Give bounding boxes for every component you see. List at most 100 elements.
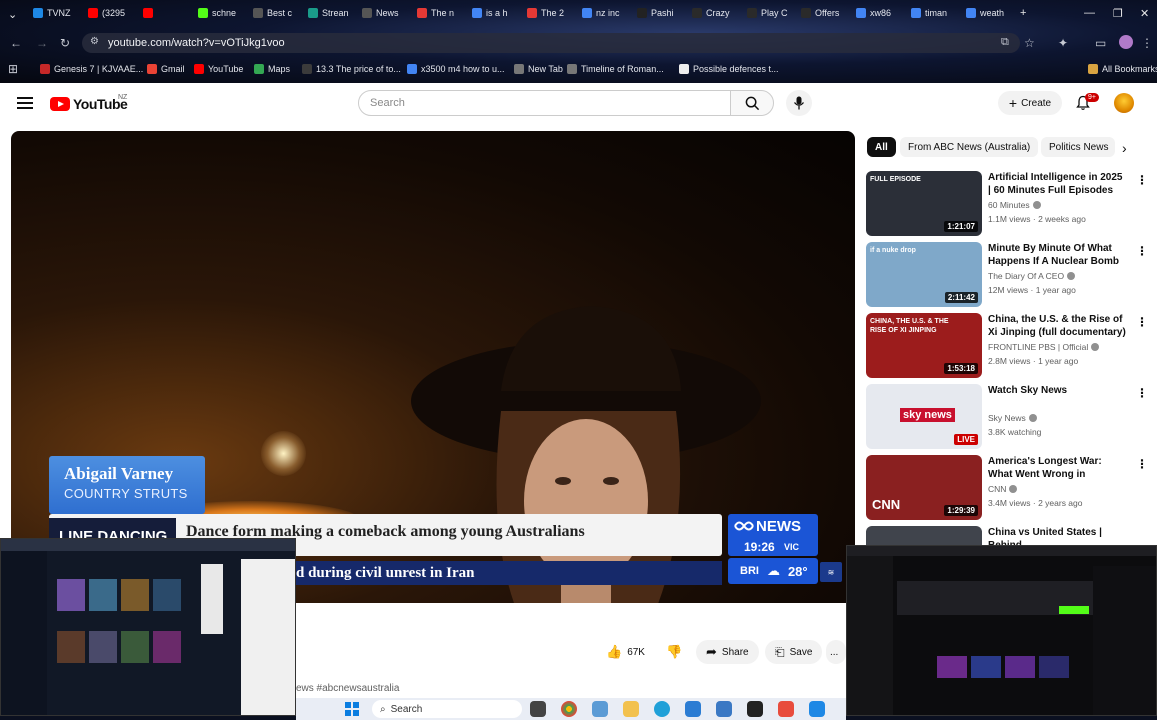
bookmark-item[interactable]: New Tab xyxy=(514,64,563,74)
browser-tab[interactable]: Strean xyxy=(308,3,358,23)
browser-tab[interactable]: Best c xyxy=(253,3,303,23)
recommended-video[interactable]: CHINA, THE U.S. & THE RISE OF XI JINPING… xyxy=(866,313,1151,379)
more-options-icon[interactable]: ⋮ xyxy=(1136,457,1148,471)
chrome-icon[interactable] xyxy=(561,701,577,717)
recommended-video[interactable]: FULL EPISODE 1:21:07 Artificial Intelligen… xyxy=(866,171,1151,237)
dislike-button[interactable]: 👎 xyxy=(656,640,692,664)
minimize-icon[interactable]: — xyxy=(1084,7,1095,19)
filter-chip[interactable]: From ABC News (Australia) xyxy=(900,137,1039,157)
more-options-icon[interactable]: ⋮ xyxy=(1136,173,1148,187)
maximize-icon[interactable]: ❐ xyxy=(1113,7,1123,20)
chevron-right-icon[interactable]: › xyxy=(1122,140,1127,156)
browser-tab[interactable]: News xyxy=(362,3,412,23)
edge-icon[interactable] xyxy=(654,701,670,717)
browser-tab[interactable]: The 2 xyxy=(527,3,577,23)
apps-grid-icon[interactable]: ⊞ xyxy=(8,62,18,76)
site-info-icon[interactable]: ⚙ xyxy=(90,36,99,47)
channel-row[interactable]: FRONTLINE PBS | Official xyxy=(988,342,1100,352)
more-options-icon[interactable]: ⋮ xyxy=(1136,315,1148,329)
channel-row[interactable]: Sky News xyxy=(988,413,1037,423)
recommended-video[interactable]: if a nuke drop 2:11:42 Minute By Minute Of… xyxy=(866,242,1151,308)
bookmark-item[interactable]: x3500 m4 how to u... xyxy=(407,64,505,74)
tab-search-icon[interactable]: ⌄ xyxy=(8,8,17,21)
browser-tab[interactable]: timan xyxy=(911,3,961,23)
video-title[interactable]: Artificial Intelligence in 2025 | 60 Min… xyxy=(988,171,1128,197)
bookmark-item[interactable]: Timeline of Roman... xyxy=(567,64,664,74)
browser-tab[interactable]: Offers xyxy=(801,3,851,23)
browser-tab[interactable]: Crazy xyxy=(692,3,742,23)
video-thumbnail[interactable]: CNN 1:29:39 xyxy=(866,455,982,520)
app-icon[interactable] xyxy=(716,701,732,717)
video-thumbnail[interactable]: FULL EPISODE 1:21:07 xyxy=(866,171,982,236)
browser-tab[interactable] xyxy=(143,3,193,23)
app-icon[interactable] xyxy=(809,701,825,717)
file-explorer-icon[interactable] xyxy=(623,701,639,717)
browser-tab[interactable]: TVNZ xyxy=(33,3,83,23)
extensions-icon[interactable]: ✦ xyxy=(1058,36,1068,50)
voice-search-button[interactable] xyxy=(786,90,812,116)
bookmark-item[interactable]: YouTube xyxy=(194,64,243,74)
close-window-icon[interactable]: ✕ xyxy=(1140,7,1149,20)
browser-tab[interactable]: weath xyxy=(966,3,1016,23)
channel-row[interactable]: 60 Minutes xyxy=(988,200,1041,210)
filter-chip[interactable]: Politics News xyxy=(1041,137,1115,157)
create-button[interactable]: + Create xyxy=(998,91,1062,115)
bookmark-item[interactable]: Maps xyxy=(254,64,290,74)
mail-icon[interactable] xyxy=(685,701,701,717)
menu-hamburger-icon[interactable] xyxy=(17,97,33,109)
browser-tab[interactable]: Play C xyxy=(747,3,797,23)
recommended-video[interactable]: CNN 1:29:39 America's Longest War: What We… xyxy=(866,455,1151,521)
video-title[interactable]: China vs United States | Behind xyxy=(988,526,1128,546)
description-hashtags[interactable]: ews #abcnewsaustralia xyxy=(296,683,399,694)
video-title[interactable]: Minute By Minute Of What Happens If A Nu… xyxy=(988,242,1128,268)
youtube-logo[interactable]: YouTube xyxy=(50,96,128,112)
recommended-video[interactable]: sky news LIVE Watch Sky News Sky News 3.8K w… xyxy=(866,384,1151,450)
menu-icon[interactable]: ⋮ xyxy=(1141,36,1153,50)
browser-tab[interactable]: The n xyxy=(417,3,467,23)
channel-row[interactable]: CNN xyxy=(988,484,1018,494)
app-icon[interactable] xyxy=(592,701,608,717)
more-options-icon[interactable]: ⋮ xyxy=(1136,244,1148,258)
browser-tab[interactable]: (3295 xyxy=(88,3,138,23)
browser-tab[interactable]: Pashi xyxy=(637,3,687,23)
browser-tab[interactable]: schne xyxy=(198,3,248,23)
bookmark-item[interactable]: 13.3 The price of to... xyxy=(302,64,401,74)
reload-icon[interactable]: ↻ xyxy=(60,36,70,50)
browser-tab[interactable]: xw86 xyxy=(856,3,906,23)
video-title[interactable]: China, the U.S. & the Rise of Xi Jinping… xyxy=(988,313,1128,339)
browser-tab[interactable]: is a h xyxy=(472,3,522,23)
install-app-icon[interactable]: ⧉ xyxy=(1001,36,1009,49)
sidebar-icon[interactable]: ▭ xyxy=(1095,36,1106,50)
profile-icon[interactable] xyxy=(1119,35,1133,49)
more-options-icon[interactable]: ⋮ xyxy=(1136,386,1148,400)
like-button[interactable]: 👍 67K xyxy=(596,640,655,664)
url-text[interactable]: youtube.com/watch?v=vOTiJkg1voo xyxy=(108,37,285,49)
new-tab-button[interactable]: + xyxy=(1020,7,1026,19)
video-title[interactable]: Watch Sky News xyxy=(988,384,1128,397)
share-button[interactable]: ➦ Share xyxy=(696,640,759,664)
channel-row[interactable]: The Diary Of A CEO xyxy=(988,271,1076,281)
back-icon[interactable]: ← xyxy=(10,36,22,50)
save-button[interactable]: ⎗ Save xyxy=(765,640,823,664)
bookmark-star-icon[interactable]: ☆ xyxy=(1024,36,1035,50)
search-input[interactable] xyxy=(358,90,731,116)
recommended-video[interactable]: China vs United States | Behind xyxy=(866,526,1151,546)
video-thumbnail[interactable]: CHINA, THE U.S. & THE RISE OF XI JINPING… xyxy=(866,313,982,378)
search-button[interactable] xyxy=(730,90,774,116)
video-thumbnail[interactable] xyxy=(866,526,982,546)
app-icon[interactable] xyxy=(778,701,794,717)
all-bookmarks[interactable]: All Bookmarks xyxy=(1088,64,1157,74)
video-thumbnail[interactable]: sky news LIVE xyxy=(866,384,982,449)
filter-chip[interactable]: All xyxy=(867,137,896,157)
windows-start-icon[interactable] xyxy=(345,702,359,716)
bookmark-item[interactable]: Possible defences t... xyxy=(679,64,779,74)
bookmark-item[interactable]: Gmail xyxy=(147,64,185,74)
more-actions-button[interactable]: ... xyxy=(826,640,846,664)
browser-tab[interactable]: nz inc xyxy=(582,3,632,23)
taskbar-search[interactable]: ⌕ Search xyxy=(372,700,522,718)
video-title[interactable]: America's Longest War: What Went Wrong i… xyxy=(988,455,1128,481)
bookmark-item[interactable]: Genesis 7 | KJVAAE... xyxy=(40,64,143,74)
video-thumbnail[interactable]: if a nuke drop 2:11:42 xyxy=(866,242,982,307)
forward-icon[interactable]: → xyxy=(36,36,48,50)
app-icon[interactable] xyxy=(747,701,763,717)
